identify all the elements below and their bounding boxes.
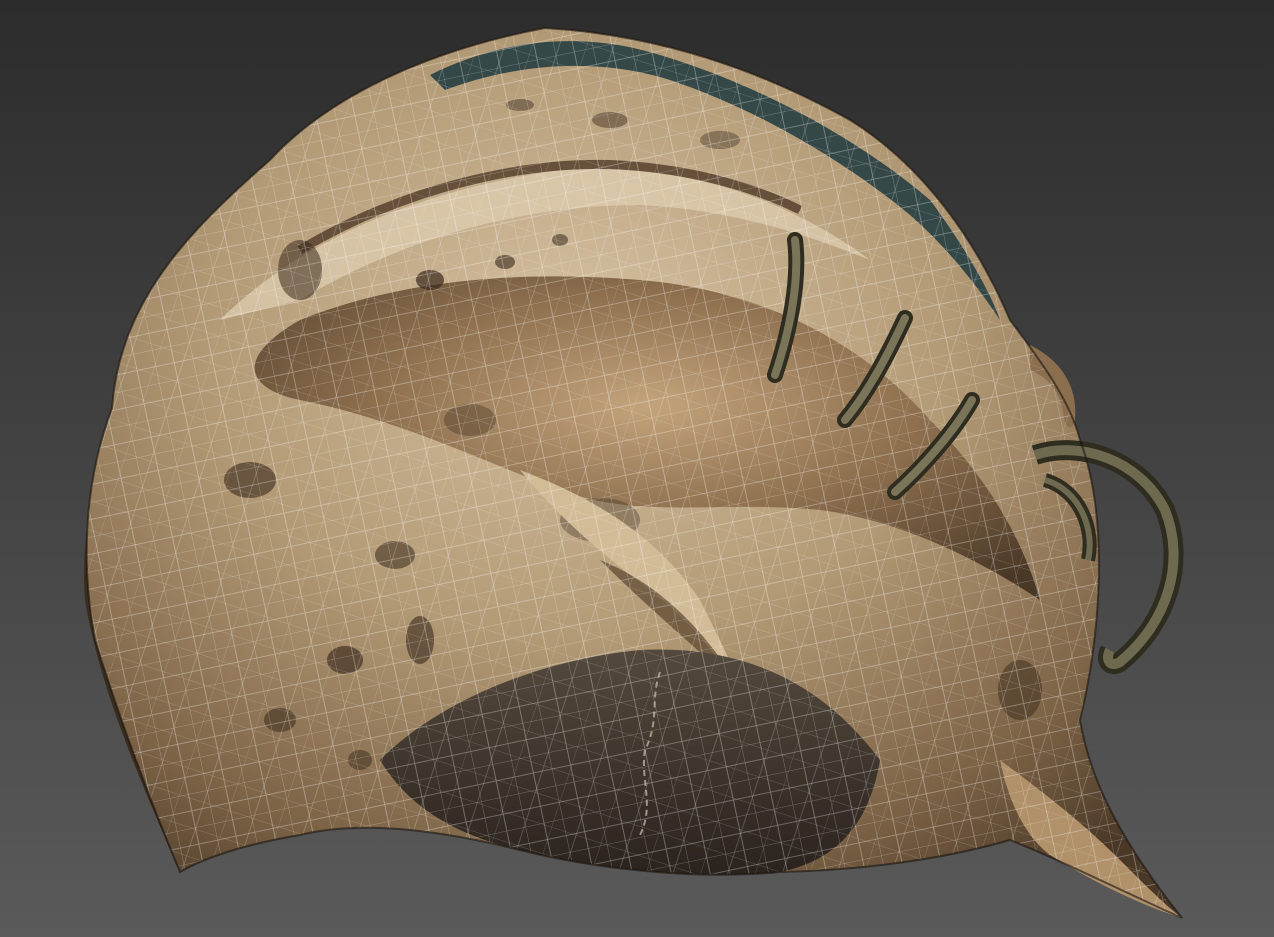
3d-viewport[interactable] — [0, 0, 1274, 937]
wireframe-overlay — [86, 28, 1182, 918]
helmet-model[interactable] — [0, 0, 1274, 937]
